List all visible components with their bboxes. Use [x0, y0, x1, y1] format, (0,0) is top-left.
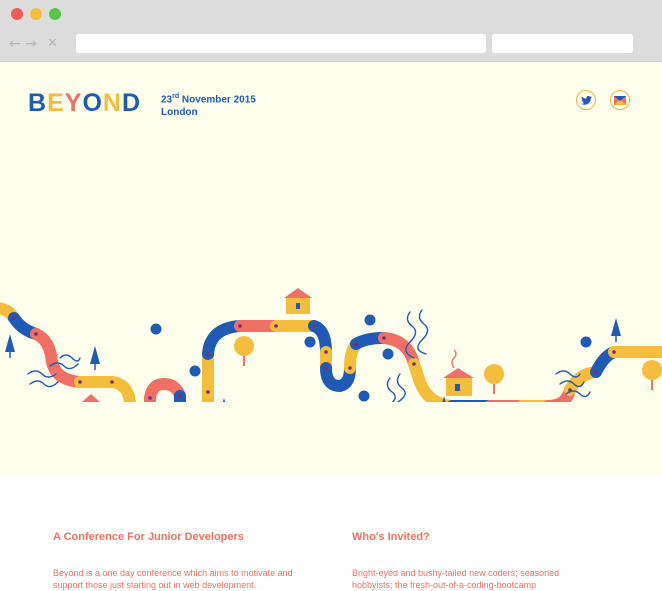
minimize-window-button[interactable]: [30, 8, 42, 20]
beyond-logo[interactable]: BEYOND: [28, 89, 141, 118]
search-bar[interactable]: [492, 34, 633, 53]
twitter-link[interactable]: [576, 90, 596, 110]
blue-dot: [364, 314, 376, 326]
invited-heading: Who's Invited?: [352, 531, 430, 543]
wave-line: [417, 309, 429, 355]
conference-heading: A Conference For Junior Developers: [53, 531, 244, 543]
logo-letter: D: [121, 89, 142, 117]
close-window-button[interactable]: [11, 8, 23, 20]
blue-dot: [304, 336, 316, 348]
tree-icon: [5, 334, 15, 358]
round-tree-icon: [642, 360, 662, 390]
forward-arrow-icon[interactable]: →: [25, 36, 37, 52]
wave-line: [29, 380, 59, 388]
conference-description: Beyond is a one day conference which aim…: [53, 568, 293, 590]
twitter-icon: [580, 95, 592, 105]
logo-letter: Y: [64, 89, 83, 117]
logo-letter: E: [47, 89, 65, 117]
house-icon: [443, 349, 474, 396]
back-arrow-icon[interactable]: ←: [9, 36, 21, 52]
blue-dot: [580, 336, 592, 348]
blue-dot: [358, 390, 370, 402]
intro-section: A Conference For Junior Developers Beyon…: [0, 475, 662, 591]
event-date: 23rd November 2015: [161, 90, 256, 106]
logo-letter: O: [82, 89, 103, 117]
round-tree-icon: [234, 336, 254, 366]
email-link[interactable]: [610, 90, 630, 110]
event-info: 23rd November 2015 London: [161, 90, 256, 119]
email-icon: [614, 95, 626, 105]
tree-icon: [90, 346, 100, 370]
logo-letter: N: [102, 89, 122, 117]
browser-chrome: ← → ✕: [0, 0, 662, 62]
road-segment: [106, 376, 136, 402]
event-date-rest: November 2015: [179, 94, 256, 106]
event-date-day: 23: [161, 94, 173, 106]
address-bar[interactable]: [76, 34, 486, 53]
tree-icon: [611, 318, 621, 342]
wave-line: [386, 377, 396, 402]
house-icon: [284, 288, 312, 314]
event-location: London: [161, 107, 198, 119]
river-illustration: [0, 288, 662, 402]
house-icon: [82, 394, 100, 402]
hero-section: BEYOND 23rd November 2015 London: [0, 62, 662, 475]
blue-dot: [150, 323, 162, 335]
round-tree-icon: [484, 364, 504, 394]
logo-letter: B: [28, 89, 48, 117]
maximize-window-button[interactable]: [49, 8, 61, 20]
blue-dot: [382, 348, 394, 360]
tree-icon: [222, 398, 226, 402]
wave-line: [59, 354, 81, 362]
blue-dot: [189, 365, 201, 377]
stop-icon[interactable]: ✕: [47, 36, 58, 52]
invited-description: Bright-eyed and bushy-tailed new coders;…: [352, 568, 560, 590]
